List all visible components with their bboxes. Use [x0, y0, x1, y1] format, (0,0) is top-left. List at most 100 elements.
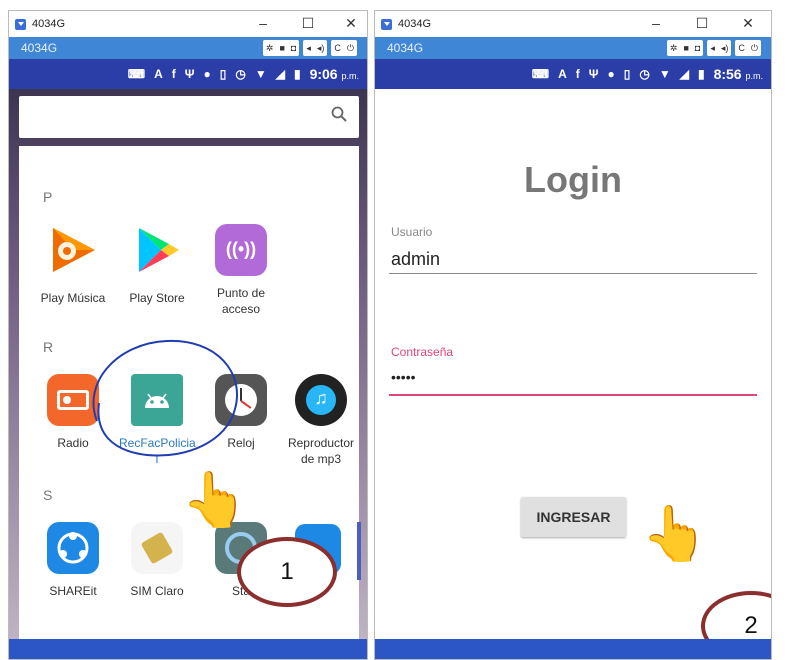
search-icon[interactable]: [331, 106, 347, 122]
power-controls[interactable]: C ⏻: [735, 40, 761, 56]
settings-icon[interactable]: ✲: [266, 43, 274, 54]
video-icon[interactable]: ■: [279, 43, 284, 53]
selection-circle-annotation: [92, 339, 238, 457]
volume-down-icon[interactable]: ◂: [710, 43, 715, 54]
maximize-icon[interactable]: ☐: [693, 15, 711, 31]
window-title: 4034G: [398, 18, 432, 30]
username-underline: [389, 273, 757, 274]
rotate-icon[interactable]: C: [738, 43, 745, 53]
password-underline: [389, 394, 757, 396]
page-title: Login: [524, 159, 622, 200]
app-label: SHAREit: [49, 584, 97, 598]
volume-up-icon[interactable]: ◂): [721, 43, 729, 54]
app-mp3-player[interactable]: ♫ Reproductor de mp3: [283, 374, 359, 467]
power-icon[interactable]: ⏻: [751, 43, 758, 54]
volume-controls[interactable]: ◂ ◂): [303, 40, 328, 56]
close-icon[interactable]: ✕: [342, 15, 360, 31]
usb-icon: Ψ: [184, 67, 195, 81]
step-badge-1: 1: [237, 537, 337, 607]
android-nav-bar[interactable]: [375, 639, 771, 659]
volume-down-icon[interactable]: ◂: [306, 43, 311, 54]
battery-icon: ▮: [293, 67, 301, 81]
emulator-toolbar: 4034G ✲ ■ ◘ ◂ ◂) C ⏻: [375, 37, 771, 59]
screenshot-icon[interactable]: ◘: [291, 43, 296, 53]
play-store-icon: [139, 228, 179, 272]
app-window-icon: [381, 18, 392, 30]
volume-up-icon[interactable]: ◂): [317, 43, 325, 54]
vibrate-icon: ▯: [623, 67, 631, 81]
app-label: Punto de acceso: [216, 286, 266, 316]
login-button[interactable]: INGRESAR: [521, 497, 626, 537]
rotate-icon[interactable]: C: [334, 43, 341, 53]
android-status-bar: ⌨ A f Ψ ● ▯ ◷ ▼ ◢ ▮ 8:56 p.m.: [375, 59, 771, 89]
app-label: SIM Claro: [130, 584, 184, 598]
media-controls[interactable]: ✲ ■ ◘: [666, 40, 704, 56]
alarm-icon: ◷: [235, 67, 246, 81]
signal-icon: ◢: [679, 67, 689, 81]
notification-a-icon: A: [154, 67, 163, 81]
media-controls[interactable]: ✲ ■ ◘: [262, 40, 300, 56]
notification-a-icon: A: [558, 67, 567, 81]
android-debug-icon: ●: [203, 67, 211, 81]
facebook-icon: f: [171, 67, 176, 81]
app-shareit[interactable]: SHAREit: [35, 522, 111, 599]
play-music-icon: [53, 228, 95, 272]
device-label: 4034G: [387, 41, 424, 55]
alarm-icon: ◷: [639, 67, 650, 81]
keyboard-icon: ⌨: [531, 67, 550, 81]
minimize-icon[interactable]: –: [254, 15, 272, 31]
keyboard-icon: ⌨: [127, 67, 146, 81]
section-letter-p: P: [43, 189, 53, 205]
usb-icon: Ψ: [588, 67, 599, 81]
app-play-store[interactable]: Play Store: [119, 224, 195, 306]
battery-icon: ▮: [697, 67, 705, 81]
facebook-icon: f: [575, 67, 580, 81]
app-label: Reproductor de mp3: [287, 436, 355, 466]
wifi-icon: ▼: [658, 67, 671, 81]
hotspot-icon: ((•)): [215, 224, 267, 276]
app-window-icon: [15, 18, 26, 30]
maximize-icon[interactable]: ☐: [299, 15, 317, 31]
screenshot-icon[interactable]: ◘: [695, 43, 700, 53]
app-sim-claro[interactable]: SIM Claro: [119, 522, 195, 599]
power-icon[interactable]: ⏻: [347, 43, 354, 54]
pointing-hand-icon: 👆: [181, 470, 249, 530]
app-search-bar[interactable]: [19, 96, 359, 138]
username-label: Usuario: [391, 225, 433, 239]
password-field[interactable]: •••••: [391, 369, 416, 385]
sim-card-icon: [131, 522, 183, 574]
music-player-icon: ♫: [295, 374, 347, 426]
window-title: 4034G: [32, 18, 66, 30]
minimize-icon[interactable]: –: [647, 15, 665, 31]
window-titlebar: 4034G – ☐ ✕: [375, 11, 771, 37]
app-label: Play Música: [40, 291, 106, 305]
volume-controls[interactable]: ◂ ◂): [707, 40, 732, 56]
video-icon[interactable]: ■: [683, 43, 688, 53]
username-field[interactable]: admin: [391, 249, 440, 270]
wifi-icon: ▼: [254, 67, 267, 81]
status-clock: 9:06 p.m.: [309, 66, 359, 82]
android-debug-icon: ●: [607, 67, 615, 81]
app-play-music[interactable]: Play Música: [35, 224, 111, 306]
password-label: Contraseña: [391, 345, 454, 359]
signal-icon: ◢: [275, 67, 285, 81]
android-status-bar: ⌨ A f Ψ ● ▯ ◷ ▼ ◢ ▮ 9:06 p.m.: [9, 59, 367, 89]
app-hotspot[interactable]: ((•)) Punto de acceso: [203, 224, 279, 317]
shareit-icon: [47, 522, 99, 574]
section-letter-s: S: [43, 487, 53, 503]
settings-icon[interactable]: ✲: [670, 43, 678, 54]
vibrate-icon: ▯: [219, 67, 227, 81]
app-label: Play Store: [129, 291, 185, 305]
android-nav-bar[interactable]: [9, 639, 367, 659]
scrollbar[interactable]: [357, 522, 361, 580]
status-clock: 8:56 p.m.: [713, 66, 763, 82]
section-letter-r: R: [43, 339, 54, 355]
pointing-hand-icon: 👆: [641, 504, 709, 564]
window-titlebar: 4034G – ☐ ✕: [9, 11, 367, 37]
close-icon[interactable]: ✕: [739, 15, 757, 31]
emulator-window-app-drawer: 4034G – ☐ ✕ 4034G ✲ ■ ◘ ◂ ◂) C ⏻ ⌨ A f Ψ…: [8, 10, 368, 660]
device-label: 4034G: [21, 41, 58, 55]
emulator-toolbar: 4034G ✲ ■ ◘ ◂ ◂) C ⏻: [9, 37, 367, 59]
power-controls[interactable]: C ⏻: [331, 40, 357, 56]
emulator-window-login: 4034G – ☐ ✕ 4034G ✲ ■ ◘ ◂ ◂) C ⏻ ⌨ A f Ψ…: [374, 10, 772, 660]
